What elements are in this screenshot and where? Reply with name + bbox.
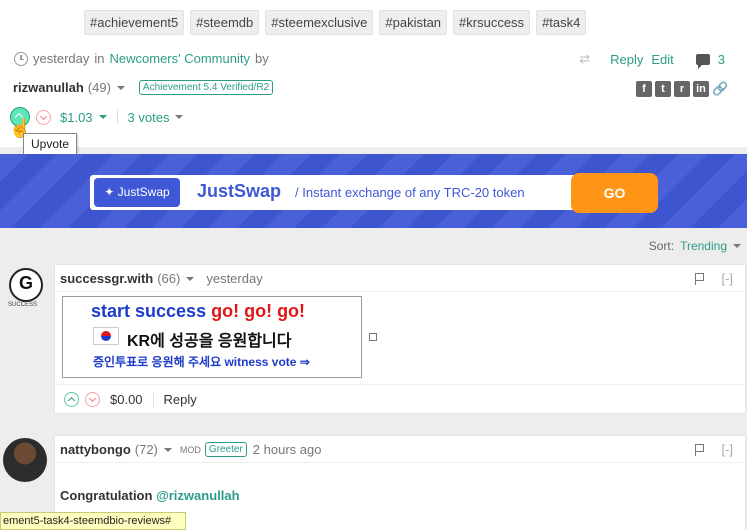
comment-card: successgr.with (66) yesterday [-] start …	[54, 264, 746, 414]
flag-icon[interactable]	[695, 444, 705, 456]
twitter-icon[interactable]: t	[655, 81, 671, 97]
by-word: by	[254, 51, 269, 66]
author-name[interactable]: rizwanullah	[13, 80, 84, 95]
comment-payout[interactable]: $0.00	[110, 392, 143, 407]
vote-line: $1.03 3 votes	[10, 107, 184, 127]
go-button[interactable]: GO	[571, 173, 658, 213]
copy-link-icon[interactable]: 🔗	[712, 81, 728, 97]
payout-caret-icon	[98, 115, 107, 119]
comment-time[interactable]: 2 hours ago	[253, 442, 322, 457]
mod-label: MOD	[179, 444, 201, 455]
post-actions: ⇄ Reply Edit 3	[579, 51, 725, 69]
role-badge: Greeter	[204, 442, 247, 457]
reddit-icon[interactable]: r	[674, 81, 690, 97]
collapse-button[interactable]: [-]	[721, 271, 733, 286]
status-bar-url: ement5-task4-steemdbio-reviews#	[0, 512, 187, 530]
tag-steemdb[interactable]: #steemdb	[190, 10, 260, 35]
reply-link[interactable]: Reply	[610, 52, 643, 67]
comment-author-reputation: (66)	[157, 271, 181, 286]
comment-header: nattybongo (72) MOD Greeter 2 hours ago	[60, 442, 321, 457]
flag-icon[interactable]	[695, 273, 705, 285]
post-payout[interactable]: $1.03	[60, 110, 107, 125]
image-line3: 증인투표로 응원해 주세요 witness vote ⇒	[93, 355, 310, 369]
korea-flag-icon	[93, 327, 119, 345]
banner-box: ✦ JustSwap JustSwap / Instant exchange o…	[90, 175, 642, 210]
share-icons: f t r in 🔗	[636, 81, 728, 97]
author-menu-caret-icon[interactable]	[186, 276, 195, 281]
facebook-icon[interactable]: f	[636, 81, 652, 97]
votes-count: 3 votes	[127, 109, 170, 125]
divider	[55, 462, 745, 463]
divider	[152, 392, 154, 407]
tag-task4[interactable]: #task4	[536, 10, 587, 35]
divider	[55, 291, 745, 292]
comment-author[interactable]: nattybongo	[60, 442, 131, 457]
tag-achievement5[interactable]: #achievement5	[84, 10, 185, 35]
comment-header: successgr.with (66) yesterday	[60, 271, 263, 286]
comment-body: Congratulation @rizwanullah	[60, 488, 240, 503]
comment-time[interactable]: yesterday	[206, 271, 262, 286]
downvote-button[interactable]	[85, 392, 100, 407]
image-line1: start success go! go! go!	[91, 301, 305, 322]
sort-control: Sort: Trending	[649, 239, 741, 253]
image-line1-red: go! go! go!	[211, 301, 306, 321]
comment-vote-line: $0.00 Reply	[64, 392, 197, 407]
downvote-button[interactable]	[36, 109, 51, 125]
author-line: rizwanullah (49) Achievement 5.4 Verifie…	[13, 80, 274, 95]
linkedin-icon[interactable]: in	[693, 81, 709, 97]
comment-author-reputation: (72)	[134, 442, 158, 457]
avatar[interactable]	[3, 438, 47, 482]
upvote-button[interactable]	[64, 392, 79, 407]
comment-reply-link[interactable]: Reply	[164, 392, 197, 407]
justswap-logo: ✦ JustSwap	[94, 178, 180, 207]
image-line2: KR에 성공을 응원합니다	[127, 333, 292, 350]
post-meta: yesterday in Newcomers' Community by	[14, 51, 269, 66]
payout-value: $1.03	[60, 109, 93, 125]
tag-steemexclusive[interactable]: #steemexclusive	[265, 10, 374, 35]
comment-count[interactable]: 3	[718, 52, 725, 67]
edit-link[interactable]: Edit	[651, 52, 673, 67]
comment-icon[interactable]	[695, 53, 710, 69]
external-link-icon[interactable]	[369, 333, 377, 341]
in-word: in	[94, 51, 105, 66]
divider	[55, 384, 745, 385]
author-badge: Achievement 5.4 Verified/R2	[138, 80, 274, 95]
sort-caret-icon[interactable]	[733, 244, 741, 248]
author-menu-caret-icon[interactable]	[116, 85, 125, 90]
sort-dropdown[interactable]: Trending	[680, 239, 727, 253]
divider	[116, 110, 118, 124]
banner-tagline: / Instant exchange of any TRC-20 token	[295, 185, 525, 200]
comment-text: Congratulation	[60, 488, 153, 503]
tag-list: #achievement5 #steemdb #steemexclusive #…	[84, 10, 587, 35]
upvote-tooltip: Upvote	[23, 133, 77, 155]
comment-image[interactable]: start success go! go! go! KR에 성공을 응원합니다 …	[62, 296, 362, 378]
comment-author[interactable]: successgr.with	[60, 271, 153, 286]
post-time: yesterday	[33, 51, 90, 66]
reblog-icon[interactable]: ⇄	[579, 51, 590, 67]
mention-link[interactable]: @rizwanullah	[156, 488, 239, 503]
author-reputation: (49)	[87, 80, 111, 95]
post-card: #achievement5 #steemdb #steemexclusive #…	[0, 0, 747, 147]
author-menu-caret-icon[interactable]	[163, 447, 172, 452]
banner-title: JustSwap	[197, 181, 282, 201]
sort-label: Sort:	[648, 239, 675, 253]
image-line1-blue: start success	[91, 301, 207, 321]
tag-krsuccess[interactable]: #krsuccess	[453, 10, 531, 35]
avatar-label: SUCCESS	[8, 302, 38, 308]
tag-pakistan[interactable]: #pakistan	[379, 10, 448, 35]
votes-caret-icon	[175, 115, 184, 119]
avatar[interactable]	[9, 268, 43, 302]
community-link[interactable]: Newcomers' Community	[110, 51, 250, 66]
votes-dropdown[interactable]: 3 votes	[128, 110, 184, 125]
collapse-button[interactable]: [-]	[721, 442, 733, 457]
clock-icon	[14, 51, 28, 66]
